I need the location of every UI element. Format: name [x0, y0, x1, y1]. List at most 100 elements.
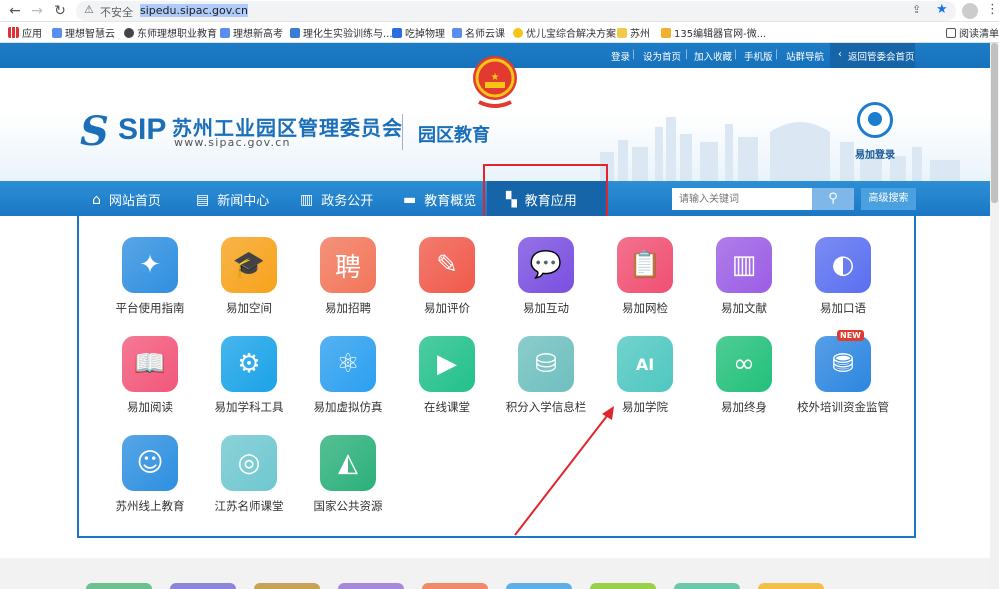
set-homepage-link[interactable]: 设为首页 [643, 49, 681, 63]
annotation-arrow [514, 406, 614, 536]
app-item[interactable]: ▥ 易加文献 [694, 237, 794, 327]
app-item[interactable]: ◎ 江苏名师课堂 [199, 435, 299, 525]
database-plus-icon: ⛁ [518, 336, 574, 392]
search-button[interactable]: ⚲ [812, 188, 854, 210]
books-icon: ▥ [716, 237, 772, 293]
emblem-icon: ◎ [221, 435, 277, 491]
app-item[interactable]: ☺ 苏州线上教育 [100, 435, 200, 525]
bookmark-item[interactable]: 应用 [8, 25, 42, 40]
bookmark-item[interactable]: 理想新高考 [220, 25, 283, 40]
book-open-icon: ▥ [300, 191, 314, 208]
sip-logo-text: SIP [118, 113, 167, 146]
search-input[interactable] [672, 188, 812, 210]
nav-edu-overview[interactable]: ▬ 教育概览 [403, 190, 476, 210]
yijia-login-link[interactable]: 易加登录 [855, 146, 895, 161]
national-emblem: ★ [473, 56, 517, 108]
back-to-committee-button[interactable]: ‹ 返回管委会首页 [830, 43, 915, 68]
app-label: 易加口语 [820, 301, 866, 315]
bookmark-item[interactable]: 东师理想职业教育 [124, 25, 217, 40]
url-text[interactable]: sipedu.sipac.gov.cn [140, 4, 248, 17]
reload-icon[interactable]: ↻ [51, 2, 69, 20]
app-item[interactable]: ◐ 易加口语 [793, 237, 893, 327]
bookmark-item[interactable]: 苏州 [617, 25, 650, 40]
bookmark-item[interactable]: 理想智慧云 [52, 25, 115, 40]
bookmark-item[interactable]: 名师云课 [452, 25, 505, 40]
bookmark-item[interactable]: 135编辑器官网-微... [661, 25, 766, 40]
bookmark-item[interactable]: 理化生实验训练与... [290, 25, 393, 40]
app-item[interactable]: ⚛ 易加虚拟仿真 [298, 336, 398, 426]
scrollbar-thumb[interactable] [991, 43, 998, 203]
header-divider [402, 114, 403, 150]
sip-logo-mark: S [80, 108, 109, 155]
category-tab[interactable] [86, 583, 152, 589]
app-label: 国家公共资源 [313, 499, 383, 513]
app-item[interactable]: 📋 易加网检 [595, 237, 695, 327]
user-login-icon[interactable] [857, 102, 893, 138]
app-item[interactable]: ∞ 易加终身 [694, 336, 794, 426]
reading-list[interactable]: 阅读清单 [946, 25, 999, 40]
app-item[interactable]: ✦ 平台使用指南 [100, 237, 200, 327]
category-tab[interactable] [758, 583, 824, 589]
org-url: www.sipac.gov.cn [174, 136, 291, 149]
new-badge: NEW [837, 330, 864, 341]
bookmarks-bar: 应用 理想智慧云 东师理想职业教育 理想新高考 理化生实验训练与... 吃掉物理… [0, 22, 999, 43]
app-item[interactable]: ▶ 在线课堂 [397, 336, 497, 426]
book-icon: 📖 [122, 336, 178, 392]
lifelong-icon: ∞ [716, 336, 772, 392]
site-subtitle: 园区教育 [418, 125, 490, 146]
page-scrollbar[interactable] [990, 43, 999, 589]
category-tab[interactable] [422, 583, 488, 589]
app-item[interactable]: 聘易加招聘 [298, 237, 398, 327]
svg-text:★: ★ [491, 72, 500, 83]
address-bar[interactable]: ⚠ 不安全 sipedu.sipac.gov.cn ⇪ ★ [76, 1, 956, 21]
chevron-left-icon: ‹ [838, 49, 842, 60]
landscape-icon: ◭ [320, 435, 376, 491]
login-link[interactable]: 登录 [611, 49, 630, 63]
app-item[interactable]: 💬 易加互动 [496, 237, 596, 327]
category-tab[interactable] [506, 583, 572, 589]
app-item[interactable]: ◭ 国家公共资源 [298, 435, 398, 525]
menu-dots-icon[interactable]: ⋮ [986, 2, 999, 17]
forward-arrow-icon[interactable]: → [28, 2, 46, 20]
screen-icon: ▬ [403, 191, 417, 208]
pencil-icon: ✎ [419, 237, 475, 293]
nav-home[interactable]: ⌂ 网站首页 [92, 190, 161, 210]
category-tab[interactable] [170, 583, 236, 589]
category-tab[interactable] [674, 583, 740, 589]
nav-news[interactable]: ▤ 新闻中心 [196, 190, 269, 210]
nav-gov-affairs[interactable]: ▥ 政务公开 [300, 190, 373, 210]
app-item[interactable]: 📖 易加阅读 [100, 336, 200, 426]
graduation-cap-icon: 🎓 [221, 237, 277, 293]
app-item[interactable]: ✎ 易加评价 [397, 237, 497, 327]
search-icon: ⚲ [828, 191, 838, 206]
site-group-nav-link[interactable]: 站群导航 [786, 49, 824, 63]
people-icon: ☺ [122, 435, 178, 491]
category-tab[interactable] [338, 583, 404, 589]
mobile-link[interactable]: 手机版 [744, 49, 773, 63]
bookmark-star-icon[interactable]: ★ [936, 2, 948, 17]
recruit-icon: 聘 [320, 237, 376, 293]
ai-head-icon: AI [617, 336, 673, 392]
home-icon: ⌂ [92, 191, 101, 208]
share-icon[interactable]: ⇪ [912, 3, 921, 16]
category-tab[interactable] [254, 583, 320, 589]
advanced-search-button[interactable]: 高级搜索 [861, 188, 916, 210]
back-arrow-icon[interactable]: ← [6, 2, 24, 20]
app-item[interactable]: ⛃ NEW 校外培训资金监管 [793, 330, 893, 426]
news-icon: ▤ [196, 191, 210, 208]
add-favorite-link[interactable]: 加入收藏 [694, 49, 732, 63]
chat-icon: 💬 [518, 237, 574, 293]
security-label: 不安全 [100, 6, 133, 19]
clipboard-icon: 📋 [617, 237, 673, 293]
app-item[interactable]: 🎓 易加空间 [199, 237, 299, 327]
profile-avatar[interactable] [962, 3, 978, 19]
bookmark-item[interactable]: 优儿宝综合解决方案 [513, 25, 616, 40]
bookmark-item[interactable]: 吃掉物理 [392, 25, 445, 40]
speech-icon: ◐ [815, 237, 871, 293]
gears-icon: ⚙ [221, 336, 277, 392]
browser-toolbar: ← → ↻ ⚠ 不安全 sipedu.sipac.gov.cn ⇪ ★ ⋮ [0, 0, 999, 22]
warning-icon: ⚠ [84, 3, 94, 16]
app-label: 校外培训资金监管 [797, 400, 889, 414]
category-tab[interactable] [590, 583, 656, 589]
app-item[interactable]: ⚙ 易加学科工具 [199, 336, 299, 426]
